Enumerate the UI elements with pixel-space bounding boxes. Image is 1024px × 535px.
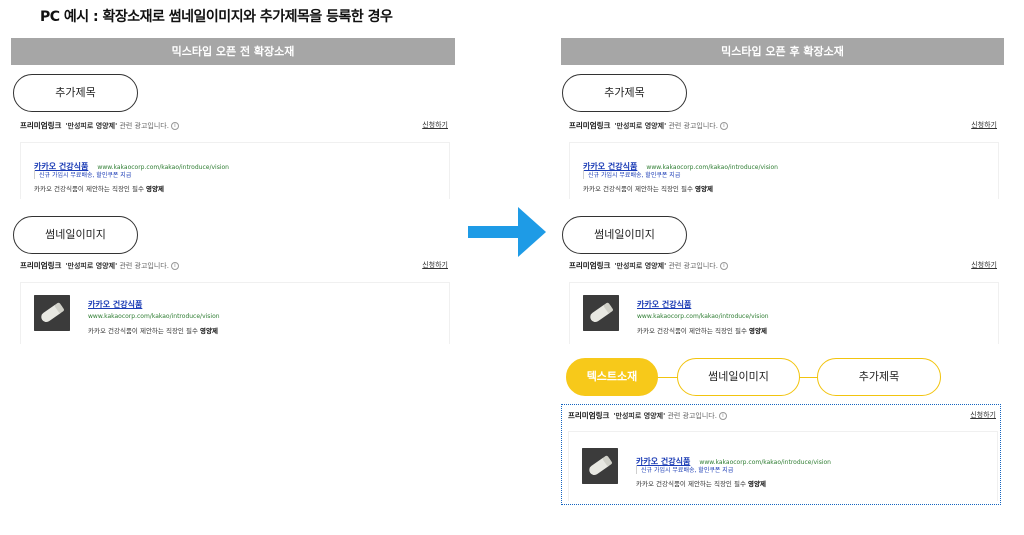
info-icon[interactable]: i <box>719 262 728 270</box>
ad-url[interactable]: www.kakaocorp.com/kakao/introduce/vision <box>637 313 769 320</box>
ad-header: 프리미엄링크 '만성피로 영양제' 관련 광고입니다. i 신청하기 <box>569 260 997 274</box>
ad-query: '만성피로 영양제' 관련 광고입니다. <box>65 262 169 270</box>
ad-title-link[interactable]: 카카오 건강식품 <box>637 299 691 310</box>
page-title: PC 예시 : 확장소재로 썸네일이미지와 추가제목을 등록한 경우 <box>40 9 393 25</box>
ad-description: 카카오 건강식품이 제안하는 직장인 필수 영양제 <box>88 327 218 335</box>
step-add-title[interactable]: 추가제목 <box>817 358 941 396</box>
ad-title-link[interactable]: 카카오 건강식품 <box>88 299 142 310</box>
info-icon[interactable]: i <box>170 122 179 130</box>
pill-add-title: 추가제목 <box>13 74 138 112</box>
ad-card-thumbnail: 카카오 건강식품 www.kakaocorp.com/kakao/introdu… <box>569 282 999 344</box>
ad-card-text: 카카오 건강식품 www.kakaocorp.com/kakao/introdu… <box>20 142 450 199</box>
ad-brand: 프리미엄링크 <box>569 121 611 130</box>
product-thumbnail[interactable] <box>582 448 618 484</box>
pill-thumbnail: 썸네일이미지 <box>562 216 687 254</box>
ad-brand: 프리미엄링크 <box>20 121 62 130</box>
ad-description: 카카오 건강식품이 제안하는 직장인 필수 영양제 <box>636 480 766 488</box>
panel-header-after: 믹스타입 오픈 후 확장소재 <box>561 38 1004 65</box>
ad-brand: 프리미엄링크 <box>568 411 610 420</box>
ad-header: 프리미엄링크 '만성피로 영양제' 관련 광고입니다. i 신청하기 <box>569 120 997 134</box>
arrow-head-icon <box>518 207 546 257</box>
apply-link[interactable]: 신청하기 <box>971 260 997 270</box>
ad-header: 프리미엄링크 '만성피로 영양제' 관련 광고입니다. i 신청하기 <box>20 120 448 134</box>
ad-brand: 프리미엄링크 <box>569 261 611 270</box>
info-icon[interactable]: i <box>170 262 179 270</box>
apply-link[interactable]: 신청하기 <box>970 410 996 420</box>
ad-card-thumbnail: 카카오 건강식품 www.kakaocorp.com/kakao/introdu… <box>20 282 450 344</box>
ad-description: 카카오 건강식품이 제안하는 직장인 필수 영양제 <box>637 327 767 335</box>
ad-card-combined: 카카오 건강식품 www.kakaocorp.com/kakao/introdu… <box>568 431 998 501</box>
step-text-material[interactable]: 텍스트소재 <box>566 358 658 396</box>
apply-link[interactable]: 신청하기 <box>971 120 997 130</box>
apply-link[interactable]: 신청하기 <box>422 260 448 270</box>
ad-url[interactable]: www.kakaocorp.com/kakao/introduce/vision <box>88 313 220 320</box>
ad-sub-link[interactable]: 신규 가입시 무료배송, 할인쿠폰 지급 <box>636 465 733 474</box>
info-icon[interactable]: i <box>718 412 727 420</box>
pill-thumbnail: 썸네일이미지 <box>13 216 138 254</box>
panel-header-before: 믹스타입 오픈 전 확장소재 <box>11 38 455 65</box>
product-thumbnail[interactable] <box>583 295 619 331</box>
arrow-right-icon <box>468 226 520 238</box>
ad-query: '만성피로 영양제' 관련 광고입니다. <box>614 262 718 270</box>
ad-description: 카카오 건강식품이 제안하는 직장인 필수 영양제 <box>583 185 713 193</box>
ad-header: 프리미엄링크 '만성피로 영양제' 관련 광고입니다. i 신청하기 <box>20 260 448 274</box>
product-thumbnail[interactable] <box>34 295 70 331</box>
ad-sub-link[interactable]: 신규 가입시 무료배송, 할인쿠폰 지급 <box>583 170 680 179</box>
ad-description: 카카오 건강식품이 제안하는 직장인 필수 영양제 <box>34 185 164 193</box>
pill-add-title: 추가제목 <box>562 74 687 112</box>
ad-brand: 프리미엄링크 <box>20 261 62 270</box>
step-thumbnail[interactable]: 썸네일이미지 <box>677 358 800 396</box>
ad-query: '만성피로 영양제' 관련 광고입니다. <box>65 122 169 130</box>
ad-card-text: 카카오 건강식품 www.kakaocorp.com/kakao/introdu… <box>569 142 999 199</box>
step-connector <box>656 377 678 378</box>
step-connector <box>798 377 818 378</box>
apply-link[interactable]: 신청하기 <box>422 120 448 130</box>
ad-query: '만성피로 영양제' 관련 광고입니다. <box>613 412 717 420</box>
info-icon[interactable]: i <box>719 122 728 130</box>
ad-sub-link[interactable]: 신규 가입시 무료배송, 할인쿠폰 지급 <box>34 170 131 179</box>
ad-header: 프리미엄링크 '만성피로 영양제' 관련 광고입니다. i 신청하기 <box>568 410 996 424</box>
ad-query: '만성피로 영양제' 관련 광고입니다. <box>614 122 718 130</box>
